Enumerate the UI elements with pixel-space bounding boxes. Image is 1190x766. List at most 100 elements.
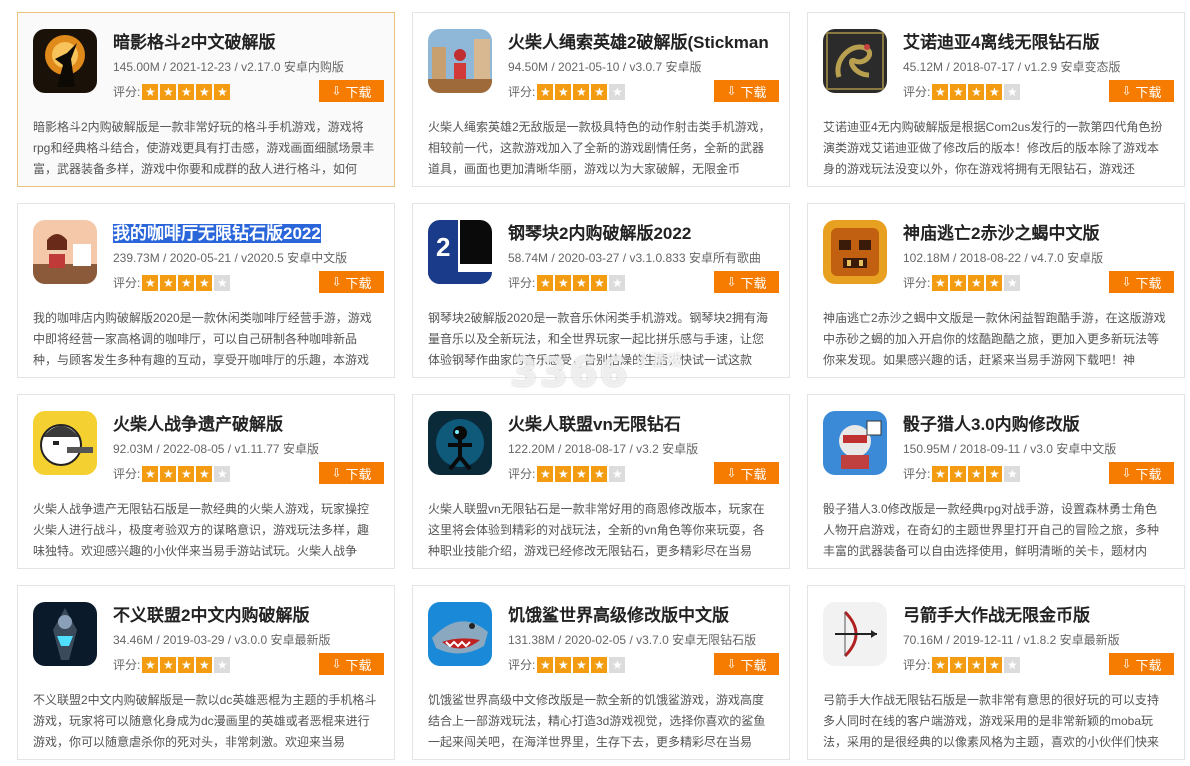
download-arrow-icon: ⇩ bbox=[726, 84, 737, 98]
star-icon: ★ bbox=[196, 656, 213, 673]
stickman-league-icon[interactable] bbox=[428, 411, 492, 475]
download-button[interactable]: ⇩ 下载 bbox=[1109, 80, 1174, 102]
game-size: 122.20M bbox=[508, 442, 555, 456]
game-title[interactable]: 火柴人绳索英雄2破解版(Stickman bbox=[508, 28, 788, 53]
rating-label: 评分: bbox=[508, 467, 536, 481]
download-button[interactable]: ⇩ 下载 bbox=[1109, 462, 1174, 484]
game-description: 弓箭手大作战无限钻石版是一款非常有意思的很好玩的可以支持多人同时在线的客户端游戏… bbox=[823, 693, 1160, 749]
star-icon: ★ bbox=[160, 465, 177, 482]
download-button[interactable]: ⇩ 下载 bbox=[714, 80, 779, 102]
star-icon: ★ bbox=[1004, 83, 1021, 100]
star-icon: ★ bbox=[555, 656, 572, 673]
temple-run-icon[interactable] bbox=[823, 220, 887, 284]
game-type: 安卓所有歌曲 bbox=[688, 251, 761, 265]
star-icon: ★ bbox=[142, 274, 159, 291]
rating: 评分: ★ ★ ★ ★ ★ bbox=[508, 83, 627, 100]
game-title[interactable]: 骰子猎人3.0内购修改版 bbox=[903, 410, 1183, 435]
game-description: 神庙逃亡2赤沙之蝎中文版是一款休闲益智跑酷手游，在这版游戏中赤砂之蝎的加入开启你… bbox=[823, 311, 1166, 367]
star-icon: ★ bbox=[214, 83, 231, 100]
game-title[interactable]: 神庙逃亡2赤沙之蝎中文版 bbox=[903, 219, 1183, 244]
download-button[interactable]: ⇩ 下载 bbox=[319, 80, 384, 102]
star-icon: ★ bbox=[555, 274, 572, 291]
game-card[interactable]: 弓箭手大作战无限金币版 70.16M / 2019-12-11 / v1.8.2… bbox=[807, 585, 1185, 760]
game-card[interactable]: 饥饿鲨世界高级修改版中文版 131.38M / 2020-02-05 / v3.… bbox=[412, 585, 790, 760]
download-button[interactable]: ⇩ 下载 bbox=[714, 653, 779, 675]
game-card[interactable]: 艾诺迪亚4离线无限钻石版 45.12M / 2018-07-17 / v1.2.… bbox=[807, 12, 1185, 187]
rating: 评分: ★ ★ ★ ★ ★ bbox=[113, 465, 232, 482]
archer-bow-icon[interactable] bbox=[823, 602, 887, 666]
download-arrow-icon: ⇩ bbox=[331, 657, 342, 671]
game-date: 2021-12-23 bbox=[169, 60, 232, 74]
download-label: 下载 bbox=[345, 657, 372, 673]
star-icon: ★ bbox=[196, 274, 213, 291]
game-card[interactable]: 火柴人联盟vn无限钻石 122.20M / 2018-08-17 / v3.2 … bbox=[412, 394, 790, 569]
download-button[interactable]: ⇩ 下载 bbox=[714, 462, 779, 484]
star-icon: ★ bbox=[1004, 656, 1021, 673]
game-card[interactable]: 火柴人战争遗产破解版 92.03M / 2022-08-05 / v1.11.7… bbox=[17, 394, 395, 569]
rating: 评分: ★ ★ ★ ★ ★ bbox=[113, 83, 232, 100]
rating-label: 评分: bbox=[903, 85, 931, 99]
star-icon: ★ bbox=[986, 83, 1003, 100]
star-icon: ★ bbox=[950, 465, 967, 482]
piano-tiles-2-icon[interactable]: 2 bbox=[428, 220, 492, 284]
download-button[interactable]: ⇩ 下载 bbox=[319, 462, 384, 484]
game-description: 饥饿鲨世界高级中文修改版是一款全新的饥饿鲨游戏，游戏高度结合上一部游戏玩法，精心… bbox=[428, 693, 766, 749]
injustice-2-icon[interactable] bbox=[33, 602, 97, 666]
game-size: 45.12M bbox=[903, 60, 944, 74]
star-icon: ★ bbox=[555, 465, 572, 482]
stickman-rope-hero-icon[interactable] bbox=[428, 29, 492, 93]
rating-stars: ★ ★ ★ ★ ★ bbox=[142, 274, 232, 291]
star-icon: ★ bbox=[142, 656, 159, 673]
game-card[interactable]: 我的咖啡厅无限钻石版2022 239.73M / 2020-05-21 / v2… bbox=[17, 203, 395, 378]
rating-label: 评分: bbox=[508, 85, 536, 99]
game-title[interactable]: 饥饿鲨世界高级修改版中文版 bbox=[508, 601, 788, 626]
my-cafe-icon[interactable] bbox=[33, 220, 97, 284]
game-title[interactable]: 艾诺迪亚4离线无限钻石版 bbox=[903, 28, 1183, 53]
hungry-shark-icon[interactable] bbox=[428, 602, 492, 666]
game-title[interactable]: 弓箭手大作战无限金币版 bbox=[903, 601, 1183, 626]
download-label: 下载 bbox=[1135, 466, 1162, 482]
game-meta: 58.74M / 2020-03-27 / v3.1.0.833 安卓所有歌曲 bbox=[508, 251, 761, 265]
game-date: 2018-07-17 bbox=[953, 60, 1015, 74]
game-size: 92.03M bbox=[113, 442, 154, 456]
game-description: 不义联盟2中文内购破解版是一款以dc英雄恶棍为主题的手机格斗游戏，玩家将可以随意… bbox=[33, 693, 377, 749]
rating-label: 评分: bbox=[903, 276, 931, 290]
game-card[interactable]: 火柴人绳索英雄2破解版(Stickman 94.50M / 2021-05-10… bbox=[412, 12, 790, 187]
download-button[interactable]: ⇩ 下载 bbox=[1109, 271, 1174, 293]
game-card[interactable]: 不义联盟2中文内购破解版 34.46M / 2019-03-29 / v3.0.… bbox=[17, 585, 395, 760]
star-icon: ★ bbox=[160, 274, 177, 291]
stick-war-icon[interactable] bbox=[33, 411, 97, 475]
download-label: 下载 bbox=[740, 275, 767, 291]
game-title[interactable]: 火柴人战争遗产破解版 bbox=[113, 410, 393, 435]
download-arrow-icon: ⇩ bbox=[1121, 466, 1132, 480]
inotia-dragon-icon[interactable] bbox=[823, 29, 887, 93]
game-card[interactable]: 神庙逃亡2赤沙之蝎中文版 102.18M / 2018-08-22 / v4.7… bbox=[807, 203, 1185, 378]
game-card[interactable]: 暗影格斗2中文破解版 145.00M / 2021-12-23 / v2.17.… bbox=[17, 12, 395, 187]
download-button[interactable]: ⇩ 下载 bbox=[319, 653, 384, 675]
star-icon: ★ bbox=[573, 83, 590, 100]
dice-hunter-icon[interactable] bbox=[823, 411, 887, 475]
rating-label: 评分: bbox=[113, 276, 141, 290]
star-icon: ★ bbox=[950, 83, 967, 100]
download-arrow-icon: ⇩ bbox=[1121, 275, 1132, 289]
game-title[interactable]: 我的咖啡厅无限钻石版2022 bbox=[113, 219, 393, 244]
game-title[interactable]: 钢琴块2内购破解版2022 bbox=[508, 219, 788, 244]
star-icon: ★ bbox=[214, 465, 231, 482]
game-type: 安卓中文版 bbox=[1056, 442, 1117, 456]
download-button[interactable]: ⇩ 下载 bbox=[1109, 653, 1174, 675]
svg-text:2: 2 bbox=[436, 232, 450, 262]
download-button[interactable]: ⇩ 下载 bbox=[714, 271, 779, 293]
game-title[interactable]: 暗影格斗2中文破解版 bbox=[113, 28, 393, 53]
game-title[interactable]: 火柴人联盟vn无限钻石 bbox=[508, 410, 788, 435]
game-date: 2019-03-29 bbox=[163, 633, 225, 647]
game-card[interactable]: 骰子猎人3.0内购修改版 150.95M / 2018-09-11 / v3.0… bbox=[807, 394, 1185, 569]
game-title[interactable]: 不义联盟2中文内购破解版 bbox=[113, 601, 393, 626]
rating: 评分: ★ ★ ★ ★ ★ bbox=[508, 274, 627, 291]
game-meta: 102.18M / 2018-08-22 / v4.7.0 安卓版 bbox=[903, 251, 1104, 265]
game-version: v2.17.0 bbox=[241, 60, 281, 74]
game-description: 火柴人绳索英雄2无敌版是一款极具特色的动作射击类手机游戏，相较前一代，这款游戏加… bbox=[428, 120, 771, 176]
game-date: 2020-02-05 bbox=[564, 633, 627, 647]
download-button[interactable]: ⇩ 下载 bbox=[319, 271, 384, 293]
shadow-fight-icon[interactable] bbox=[33, 29, 97, 93]
rating-stars: ★ ★ ★ ★ ★ bbox=[932, 465, 1022, 482]
